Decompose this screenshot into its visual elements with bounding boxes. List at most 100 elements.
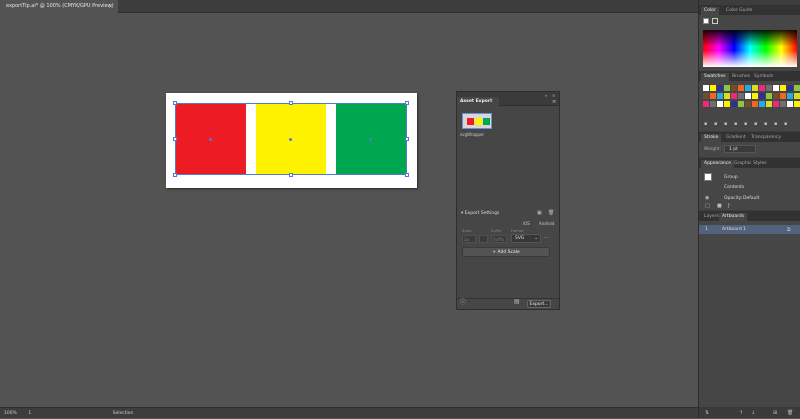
zoom-level[interactable]: 100% (4, 411, 17, 416)
android-preset[interactable]: Android (539, 221, 554, 226)
swatch[interactable] (717, 93, 723, 99)
swatch[interactable] (710, 85, 716, 91)
format-dropdown[interactable]: SVG ⌄ (511, 234, 541, 243)
more-options-icon[interactable]: ⋯ (544, 235, 549, 241)
opacity-label[interactable]: Opacity: (724, 196, 743, 201)
swatch[interactable] (752, 85, 758, 91)
artboard-options-icon[interactable]: ⧉ (787, 227, 791, 233)
asset-thumbnail[interactable] (462, 113, 492, 129)
swatch[interactable] (731, 101, 737, 107)
info-icon[interactable]: ⓘ (460, 300, 466, 306)
swatch[interactable] (766, 101, 772, 107)
tab-color[interactable]: Color (701, 7, 719, 15)
swatch[interactable] (717, 101, 723, 107)
selection-handle-n[interactable] (289, 101, 293, 105)
tab-brushes[interactable]: Brushes (729, 73, 753, 81)
swatch[interactable] (794, 101, 800, 107)
tab-transparency[interactable]: Transparency (748, 134, 784, 142)
swatch[interactable] (787, 93, 793, 99)
selection-handle-nw[interactable] (173, 101, 177, 105)
swatch-tool-icon[interactable]: ▪ (774, 121, 777, 127)
tab-graphic-styles[interactable]: Graphic Styles (731, 160, 770, 168)
rearrange-icon[interactable]: ⇅ (705, 410, 709, 416)
color-spectrum[interactable] (703, 30, 797, 67)
canvas-area[interactable] (0, 13, 698, 406)
move-down-icon[interactable]: ↓ (751, 410, 755, 416)
export-button[interactable]: Export... (527, 300, 551, 308)
swatch[interactable] (780, 101, 786, 107)
tab-appearance[interactable]: Appearance (701, 160, 735, 168)
swatch-tool-icon[interactable]: ▪ (744, 121, 747, 127)
add-scale-button[interactable]: + Add Scale (462, 247, 550, 257)
swatch[interactable] (766, 85, 772, 91)
selection-handle-s[interactable] (289, 173, 293, 177)
selection-handle-se[interactable] (405, 173, 409, 177)
new-artboard-icon[interactable]: ⊞ (773, 410, 777, 416)
weight-input[interactable]: 1 pt (724, 145, 756, 153)
export-for-screens-icon[interactable]: ▤ (514, 299, 520, 305)
swatch[interactable] (780, 93, 786, 99)
eye-icon[interactable]: ◉ (705, 195, 709, 201)
swatch[interactable] (731, 93, 737, 99)
document-tab[interactable]: exportTip.ai* @ 100% (CMYK/GPU Preview) … (0, 0, 118, 13)
scale-dropdown[interactable]: 1x (462, 235, 476, 243)
swatch-tool-icon[interactable]: ▪ (764, 121, 767, 127)
swatch[interactable] (724, 85, 730, 91)
tab-stroke[interactable]: Stroke (701, 134, 722, 142)
swatch[interactable] (724, 93, 730, 99)
swatch[interactable] (787, 101, 793, 107)
swatch[interactable] (703, 85, 709, 91)
panel-menu-icon[interactable]: ≡ (552, 99, 556, 105)
swatch[interactable] (773, 93, 779, 99)
swatches-grid[interactable]: ▪ ▪ ▪ ▪ ▪ ▪ ▪ ▪ ▪ (699, 81, 800, 131)
tab-gradient[interactable]: Gradient (723, 134, 749, 142)
swatch[interactable] (703, 93, 709, 99)
new-stroke-icon[interactable]: □ (705, 203, 710, 209)
swatch[interactable] (710, 101, 716, 107)
suffix-input[interactable]: Suffix (491, 235, 507, 243)
swatch[interactable] (759, 101, 765, 107)
selection-handle-sw[interactable] (173, 173, 177, 177)
swatch[interactable] (773, 101, 779, 107)
swatch[interactable] (766, 93, 772, 99)
swatch[interactable] (752, 101, 758, 107)
tab-swatches[interactable]: Swatches (701, 73, 729, 81)
swatch[interactable] (759, 93, 765, 99)
swatch[interactable] (738, 85, 744, 91)
swatch[interactable] (794, 93, 800, 99)
swatch[interactable] (717, 85, 723, 91)
export-settings-toggle[interactable]: ▾ Export Settings (461, 211, 499, 216)
fill-swatch[interactable] (703, 18, 709, 24)
swatch-tool-icon[interactable]: ▪ (784, 121, 787, 127)
swatch[interactable] (710, 93, 716, 99)
swatch[interactable] (738, 101, 744, 107)
swatch[interactable] (703, 101, 709, 107)
swatch[interactable] (724, 101, 730, 107)
swatch-tool-icon[interactable]: ▪ (704, 121, 707, 127)
asset-name[interactable]: svgWrapper (460, 132, 484, 137)
delete-artboard-icon[interactable]: 🗑 (787, 410, 793, 416)
artboard-row[interactable]: 1 Artboard 1 ⧉ (699, 225, 800, 234)
tab-symbols[interactable]: Symbols (751, 73, 776, 81)
move-up-icon[interactable]: ↑ (739, 410, 743, 416)
swatch[interactable] (745, 85, 751, 91)
new-fill-icon[interactable]: ■ (717, 203, 722, 209)
swatch[interactable] (745, 101, 751, 107)
swatch[interactable] (745, 93, 751, 99)
device-icon[interactable]: ▣ (537, 210, 542, 216)
tab-artboards[interactable]: Artboards (719, 213, 748, 221)
swatch[interactable] (773, 85, 779, 91)
fx-icon[interactable]: ƒ (728, 203, 730, 209)
contents-label[interactable]: Contents (724, 185, 744, 190)
selection-handle-w[interactable] (173, 137, 177, 141)
swatch-tool-icon[interactable]: ▪ (724, 121, 727, 127)
swatch[interactable] (794, 85, 800, 91)
artboard-navigator[interactable]: 1 (28, 411, 31, 416)
swatch-tool-icon[interactable]: ▪ (734, 121, 737, 127)
swatch[interactable] (787, 85, 793, 91)
swatch[interactable] (731, 85, 737, 91)
current-tool[interactable]: Selection (113, 411, 134, 416)
swatch[interactable] (738, 93, 744, 99)
swatch[interactable] (780, 85, 786, 91)
tab-asset-export[interactable]: Asset Export (457, 97, 499, 106)
